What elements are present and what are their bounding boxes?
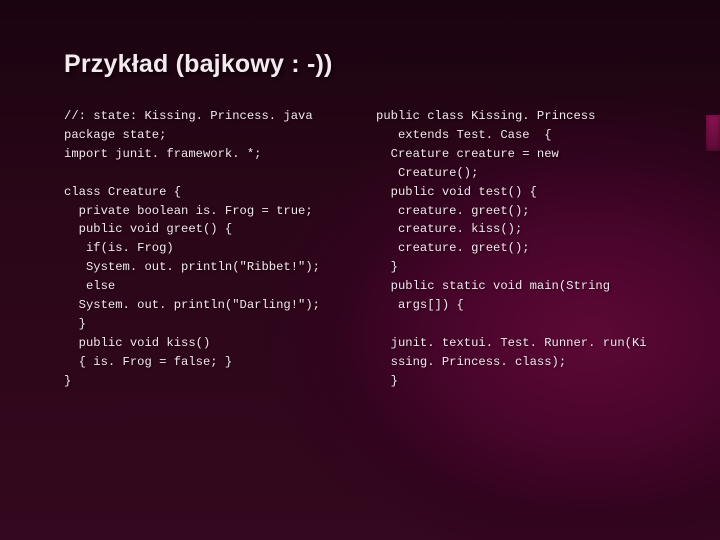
code-column-right: public class Kissing. Princess extends T…	[376, 107, 670, 391]
slide: Przykład (bajkowy : -)) //: state: Kissi…	[0, 0, 720, 540]
code-column-left: //: state: Kissing. Princess. java packa…	[64, 107, 358, 391]
code-columns: //: state: Kissing. Princess. java packa…	[64, 107, 670, 391]
slide-title: Przykład (bajkowy : -))	[64, 50, 670, 79]
accent-bar	[706, 115, 720, 151]
code-block-left: //: state: Kissing. Princess. java packa…	[64, 107, 358, 391]
code-block-right: public class Kissing. Princess extends T…	[376, 107, 670, 391]
